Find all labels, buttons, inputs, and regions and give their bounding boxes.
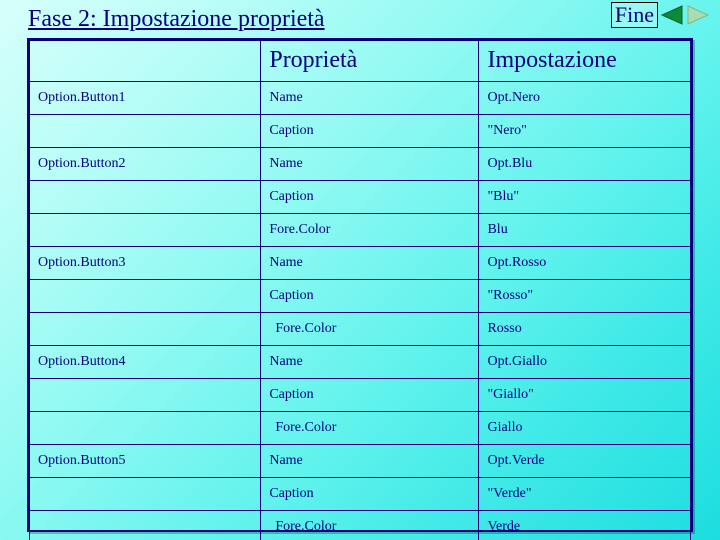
cell-object: Option.Button4 [30, 346, 261, 379]
table-row: Option.Button4NameOpt.Giallo [30, 346, 691, 379]
cell-value: Giallo [479, 412, 691, 445]
cell-property: Name [261, 82, 479, 115]
nav-back-icon[interactable] [658, 4, 684, 26]
cell-object [30, 115, 261, 148]
cell-object [30, 313, 261, 346]
cell-object [30, 379, 261, 412]
cell-property: Fore.Color [261, 412, 479, 445]
cell-property: Name [261, 346, 479, 379]
cell-property: Fore.Color [261, 214, 479, 247]
cell-property: Caption [261, 379, 479, 412]
cell-value: "Nero" [479, 115, 691, 148]
cell-property: Caption [261, 115, 479, 148]
cell-value: "Giallo" [479, 379, 691, 412]
table-row: Fore.ColorVerde [30, 511, 691, 540]
cell-value: Blu [479, 214, 691, 247]
fine-button[interactable]: Fine [611, 2, 658, 28]
cell-property: Name [261, 445, 479, 478]
nav-arrows [658, 4, 712, 26]
cell-value: Opt.Giallo [479, 346, 691, 379]
cell-value: Opt.Rosso [479, 247, 691, 280]
cell-object [30, 214, 261, 247]
cell-property: Name [261, 247, 479, 280]
table-row: Option.Button3NameOpt.Rosso [30, 247, 691, 280]
cell-value: "Verde" [479, 478, 691, 511]
cell-object: Option.Button5 [30, 445, 261, 478]
cell-property: Fore.Color [261, 511, 479, 540]
cell-value: Opt.Nero [479, 82, 691, 115]
table-row: Fore.ColorGiallo [30, 412, 691, 445]
cell-value: Opt.Blu [479, 148, 691, 181]
cell-object: Option.Button2 [30, 148, 261, 181]
cell-value: Opt.Verde [479, 445, 691, 478]
table-row: Caption"Verde" [30, 478, 691, 511]
cell-object [30, 280, 261, 313]
header-object [30, 41, 261, 82]
cell-property: Fore.Color [261, 313, 479, 346]
cell-object [30, 181, 261, 214]
cell-value: Rosso [479, 313, 691, 346]
table-row: Caption"Blu" [30, 181, 691, 214]
table-row: Caption"Nero" [30, 115, 691, 148]
cell-object: Option.Button3 [30, 247, 261, 280]
table-row: Caption"Rosso" [30, 280, 691, 313]
cell-property: Name [261, 148, 479, 181]
table-row: Option.Button5NameOpt.Verde [30, 445, 691, 478]
cell-property: Caption [261, 280, 479, 313]
table-row: Fore.ColorBlu [30, 214, 691, 247]
table-row: Caption"Giallo" [30, 379, 691, 412]
cell-object [30, 511, 261, 540]
cell-value: "Rosso" [479, 280, 691, 313]
cell-object: Option.Button1 [30, 82, 261, 115]
cell-property: Caption [261, 181, 479, 214]
cell-value: Verde [479, 511, 691, 540]
properties-panel: Proprietà Impostazione Option.Button1Nam… [27, 38, 693, 532]
properties-table: Proprietà Impostazione Option.Button1Nam… [29, 40, 691, 540]
cell-property: Caption [261, 478, 479, 511]
header-value: Impostazione [479, 41, 691, 82]
table-row: Fore.ColorRosso [30, 313, 691, 346]
cell-value: "Blu" [479, 181, 691, 214]
table-row: Option.Button1NameOpt.Nero [30, 82, 691, 115]
cell-object [30, 478, 261, 511]
table-row: Option.Button2NameOpt.Blu [30, 148, 691, 181]
cell-object [30, 412, 261, 445]
page-title: Fase 2: Impostazione proprietà [28, 6, 325, 33]
table-header-row: Proprietà Impostazione [30, 41, 691, 82]
nav-forward-icon[interactable] [686, 4, 712, 26]
header-property: Proprietà [261, 41, 479, 82]
